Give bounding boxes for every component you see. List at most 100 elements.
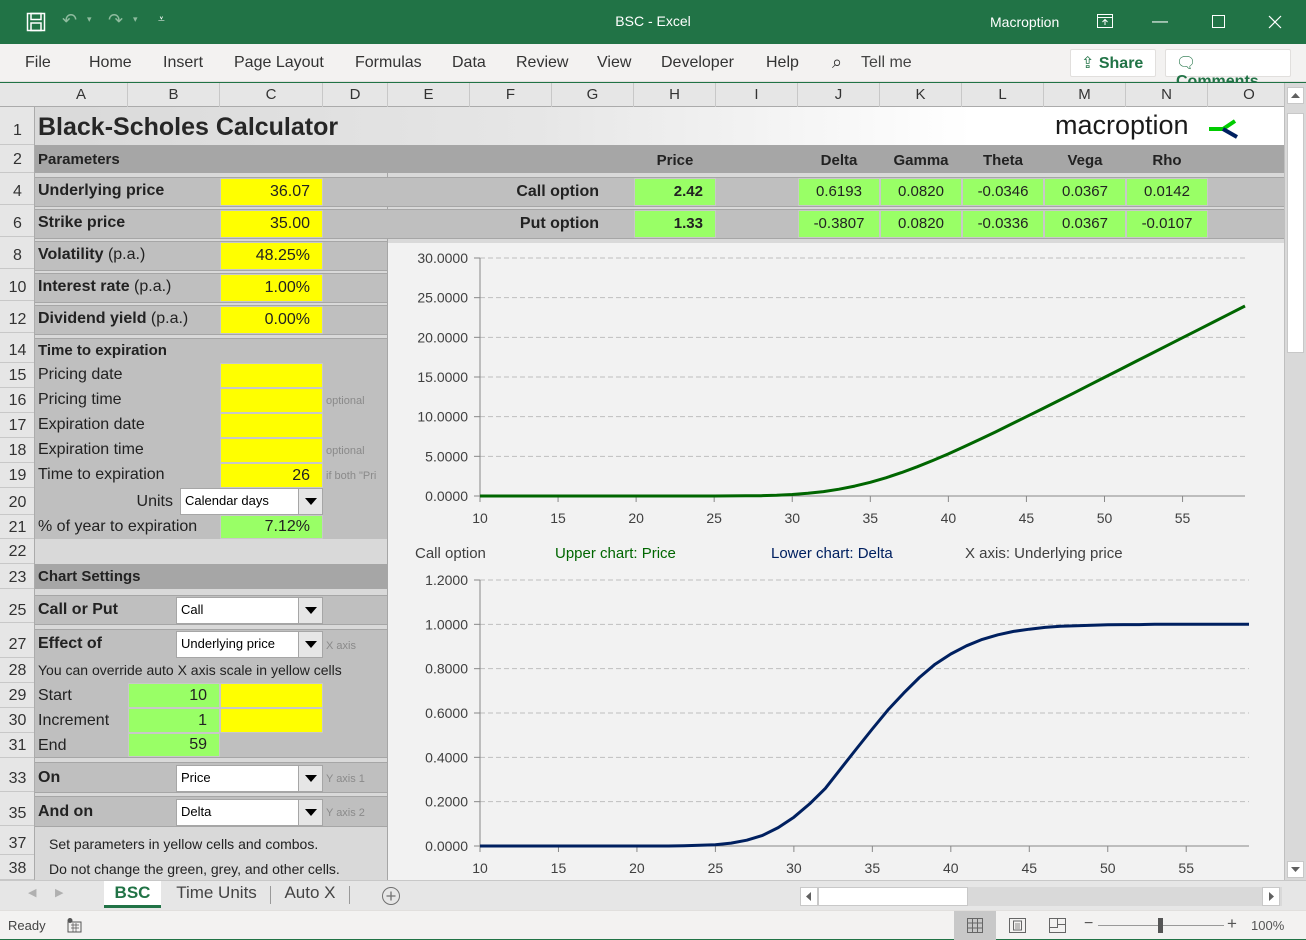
row-header[interactable]: 30 xyxy=(0,708,34,733)
row-header[interactable]: 23 xyxy=(0,564,34,589)
column-header-l[interactable]: L xyxy=(962,83,1044,107)
scroll-right-button[interactable] xyxy=(1262,887,1280,906)
column-header-c[interactable]: C xyxy=(220,83,323,107)
chevron-down-icon[interactable] xyxy=(298,489,322,514)
row-header[interactable]: 29 xyxy=(0,683,34,708)
tab-data[interactable]: Data xyxy=(452,54,486,72)
row-header[interactable]: 33 xyxy=(0,764,34,792)
tab-home[interactable]: Home xyxy=(89,54,132,72)
effect-of-dropdown[interactable]: Underlying price xyxy=(176,631,323,658)
row-header[interactable]: 16 xyxy=(0,388,34,413)
column-header-o[interactable]: O xyxy=(1208,83,1290,107)
row-header[interactable]: 10 xyxy=(0,273,34,301)
tab-developer[interactable]: Developer xyxy=(661,54,734,72)
comments-button[interactable]: 🗨 Comments xyxy=(1165,49,1291,90)
zoom-in-button[interactable]: + xyxy=(1227,914,1237,934)
horizontal-scrollbar[interactable] xyxy=(800,887,1282,906)
zoom-out-button[interactable]: − xyxy=(1084,915,1093,933)
chevron-down-icon[interactable] xyxy=(298,800,322,825)
minimize-icon[interactable]: — xyxy=(1140,8,1180,36)
column-header-h[interactable]: H xyxy=(634,83,716,107)
strike-price-input[interactable]: 35.00 xyxy=(220,210,323,238)
search-icon[interactable]: ⌕ xyxy=(832,52,842,73)
vertical-scroll-thumb[interactable] xyxy=(1287,113,1304,353)
row-header[interactable]: 35 xyxy=(0,798,34,826)
chevron-down-icon[interactable] xyxy=(298,632,322,657)
row-header[interactable]: 28 xyxy=(0,658,34,683)
start-override-input[interactable] xyxy=(220,683,323,708)
horizontal-scroll-thumb[interactable] xyxy=(818,887,968,906)
tab-file[interactable]: File xyxy=(25,54,51,72)
delta-chart[interactable]: 0.0000 0.2000 0.4000 0.6000 0.8000 1.0000 1.20… xyxy=(388,570,1284,880)
add-sheet-icon[interactable] xyxy=(381,886,401,906)
tab-scroll-right-icon[interactable]: ▶ xyxy=(55,886,63,899)
row-header[interactable]: 1 xyxy=(0,107,34,145)
sheet-tab-bsc[interactable]: BSC xyxy=(104,881,161,908)
zoom-level[interactable]: 100% xyxy=(1251,918,1284,933)
column-header-f[interactable]: F xyxy=(470,83,552,107)
tab-review[interactable]: Review xyxy=(516,54,568,72)
expiration-date-input[interactable] xyxy=(220,413,323,438)
row-header[interactable]: 22 xyxy=(0,539,34,564)
column-header-e[interactable]: E xyxy=(388,83,470,107)
zoom-slider-thumb[interactable] xyxy=(1158,918,1163,933)
column-header-a[interactable]: A xyxy=(35,83,128,107)
tab-help[interactable]: Help xyxy=(766,54,799,72)
column-header-n[interactable]: N xyxy=(1126,83,1208,107)
price-chart[interactable]: 0.0000 5.0000 10.0000 15.0000 20.0000 25.0000… xyxy=(388,243,1284,543)
series-line-call-price[interactable] xyxy=(480,304,1246,498)
tab-view[interactable]: View xyxy=(597,54,631,72)
row-header[interactable]: 18 xyxy=(0,438,34,463)
units-dropdown[interactable]: Calendar days xyxy=(180,488,323,515)
scroll-up-button[interactable] xyxy=(1287,87,1304,104)
sheet-tab-time-units[interactable]: Time Units xyxy=(165,881,268,908)
underlying-price-input[interactable]: 36.07 xyxy=(220,178,323,206)
call-put-dropdown[interactable]: Call xyxy=(176,597,323,624)
row-header[interactable]: 37 xyxy=(0,830,34,855)
maximize-icon[interactable] xyxy=(1212,15,1225,28)
pricing-time-input[interactable] xyxy=(220,388,323,413)
row-header[interactable]: 20 xyxy=(0,488,34,515)
volatility-input[interactable]: 48.25% xyxy=(220,242,323,270)
scroll-left-button[interactable] xyxy=(800,887,818,906)
tab-formulas[interactable]: Formulas xyxy=(355,54,422,72)
tab-page-layout[interactable]: Page Layout xyxy=(234,54,324,72)
y2-dropdown[interactable]: Delta xyxy=(176,799,323,826)
row-header[interactable]: 8 xyxy=(0,241,34,269)
page-break-view-icon[interactable] xyxy=(1049,918,1066,933)
column-header-m[interactable]: M xyxy=(1044,83,1126,107)
tab-insert[interactable]: Insert xyxy=(163,54,203,72)
row-header[interactable]: 12 xyxy=(0,305,34,333)
column-header-i[interactable]: I xyxy=(716,83,798,107)
row-header[interactable]: 27 xyxy=(0,629,34,658)
row-header[interactable]: 21 xyxy=(0,515,34,539)
chevron-down-icon[interactable] xyxy=(298,766,322,791)
row-header[interactable]: 17 xyxy=(0,413,34,438)
normal-view-button[interactable] xyxy=(954,911,996,940)
time-to-exp-input[interactable]: 26 xyxy=(220,463,323,488)
interest-rate-input[interactable]: 1.00% xyxy=(220,274,323,302)
row-header[interactable]: 31 xyxy=(0,733,34,758)
dividend-yield-input[interactable]: 0.00% xyxy=(220,306,323,334)
column-header-j[interactable]: J xyxy=(798,83,880,107)
share-button[interactable]: ⇪ Share xyxy=(1070,49,1156,77)
chart-area[interactable]: 0.0000 5.0000 10.0000 15.0000 20.0000 25.0000… xyxy=(388,243,1284,880)
row-header[interactable]: 4 xyxy=(0,177,34,205)
row-header[interactable]: 25 xyxy=(0,595,34,623)
expiration-time-input[interactable] xyxy=(220,438,323,463)
macro-record-icon[interactable] xyxy=(66,917,82,933)
vertical-scrollbar[interactable] xyxy=(1284,83,1306,880)
row-header[interactable]: 2 xyxy=(0,145,34,173)
row-header[interactable]: 15 xyxy=(0,363,34,388)
ribbon-display-icon[interactable] xyxy=(1097,14,1113,28)
row-header[interactable]: 19 xyxy=(0,463,34,488)
user-name[interactable]: Macroption xyxy=(990,14,1059,30)
chevron-down-icon[interactable] xyxy=(298,598,322,623)
column-header-b[interactable]: B xyxy=(128,83,220,107)
row-header[interactable]: 38 xyxy=(0,855,34,880)
page-layout-view-icon[interactable] xyxy=(1009,918,1026,933)
tab-scroll-left-icon[interactable]: ◀ xyxy=(28,886,36,899)
row-header[interactable]: 6 xyxy=(0,209,34,237)
series-line-call-delta[interactable] xyxy=(480,622,1249,848)
y1-dropdown[interactable]: Price xyxy=(176,765,323,792)
